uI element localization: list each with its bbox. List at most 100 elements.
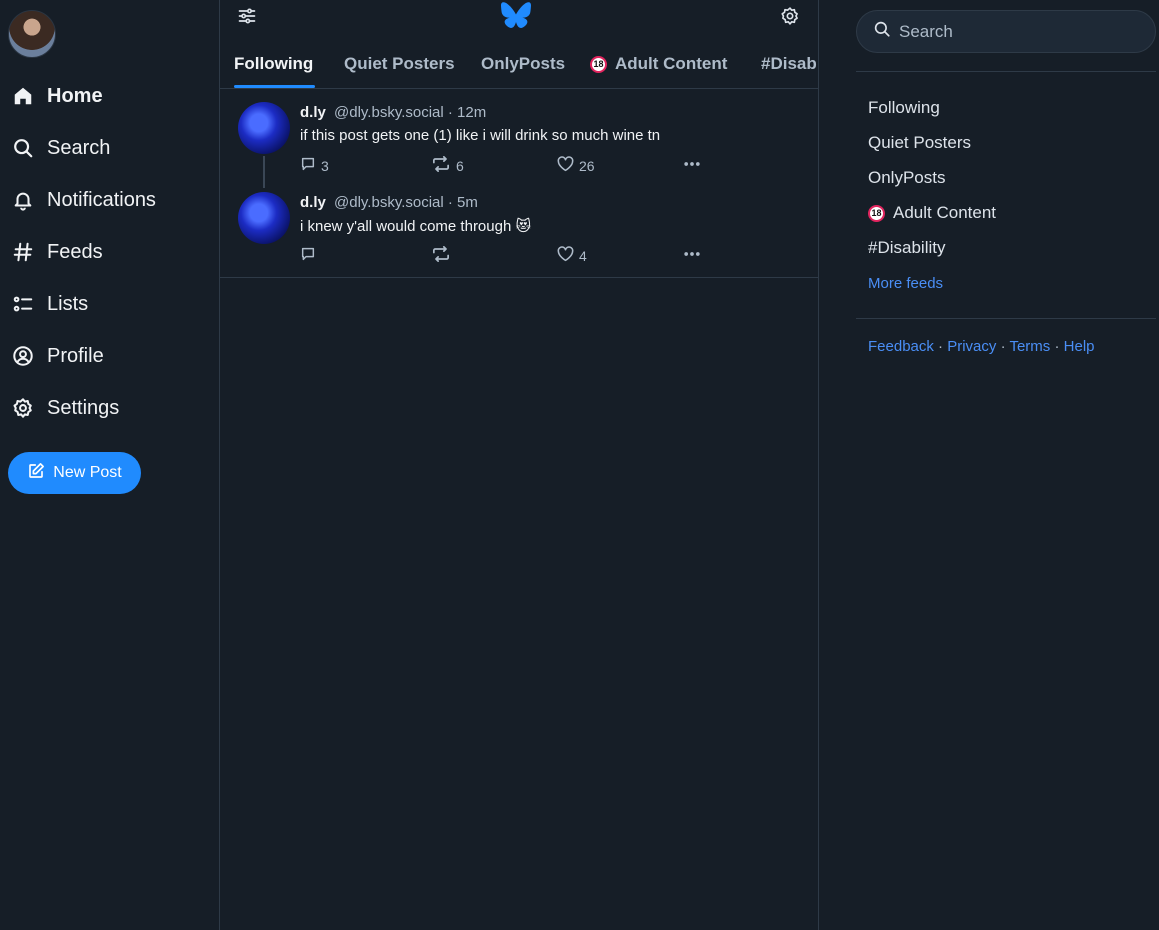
tab-disability[interactable]: #Disab bbox=[761, 40, 817, 88]
reply-button[interactable]: 3 bbox=[300, 156, 329, 175]
footer-links: Feedback · Privacy · Terms · Help bbox=[868, 338, 1095, 355]
divider bbox=[856, 71, 1156, 72]
more-options-button[interactable] bbox=[682, 154, 702, 177]
privacy-link[interactable]: Privacy bbox=[947, 338, 996, 355]
tab-adult-content[interactable]: 18 Adult Content bbox=[590, 40, 727, 88]
nav-label: Profile bbox=[47, 344, 104, 367]
nav-label: Lists bbox=[47, 292, 89, 315]
hash-icon bbox=[12, 241, 34, 263]
search-icon bbox=[873, 20, 891, 43]
adult-18-icon: 18 bbox=[868, 204, 885, 222]
reply-icon bbox=[300, 246, 316, 265]
adult-18-icon: 18 bbox=[590, 55, 607, 73]
author-name[interactable]: d.ly bbox=[300, 194, 326, 211]
repost-icon bbox=[431, 156, 451, 175]
search-input[interactable] bbox=[899, 21, 1129, 42]
author-avatar[interactable] bbox=[238, 192, 290, 244]
feed-settings-button[interactable] bbox=[778, 6, 802, 30]
tab-label: Following bbox=[234, 54, 314, 73]
feed-tabs: Following Quiet Posters OnlyPosts 18 Adu… bbox=[220, 40, 818, 89]
main-feed-column: Following Quiet Posters OnlyPosts 18 Adu… bbox=[219, 0, 819, 930]
repost-button[interactable]: 6 bbox=[431, 156, 464, 175]
sliders-icon bbox=[237, 6, 257, 31]
nav-home[interactable]: Home bbox=[0, 74, 210, 118]
tab-onlyposts[interactable]: OnlyPosts bbox=[481, 40, 565, 88]
nav-label: Settings bbox=[47, 396, 120, 419]
feed-post[interactable]: d.ly @dly.bsky.social · 12m if this post… bbox=[220, 90, 818, 188]
home-icon bbox=[12, 85, 34, 107]
more-horizontal-icon bbox=[682, 154, 702, 177]
tab-label: #Disab bbox=[761, 54, 817, 73]
post-text: i knew y'all would come through 😻 bbox=[300, 218, 532, 235]
list-icon bbox=[12, 293, 34, 315]
post-time[interactable]: · 5m bbox=[448, 194, 478, 211]
more-feeds-link[interactable]: More feeds bbox=[868, 275, 943, 292]
gear-icon bbox=[12, 397, 34, 419]
nav-settings[interactable]: Settings bbox=[0, 386, 210, 430]
post-header: d.ly @dly.bsky.social · 12m bbox=[300, 104, 486, 121]
like-count: 4 bbox=[579, 247, 587, 264]
repost-button[interactable] bbox=[431, 246, 456, 265]
nav-notifications[interactable]: Notifications bbox=[0, 178, 210, 222]
tab-label: OnlyPosts bbox=[481, 54, 566, 73]
gear-icon bbox=[780, 6, 800, 31]
author-handle[interactable]: @dly.bsky.social bbox=[334, 194, 444, 211]
tab-label: Quiet Posters bbox=[344, 54, 455, 73]
right-feed-following[interactable]: Following bbox=[868, 98, 940, 118]
heart-icon bbox=[557, 156, 574, 175]
nav-label: Notifications bbox=[47, 188, 156, 211]
nav-label: Feeds bbox=[47, 240, 103, 263]
help-link[interactable]: Help bbox=[1064, 338, 1095, 355]
reply-button[interactable] bbox=[300, 246, 321, 265]
tab-following[interactable]: Following bbox=[234, 40, 313, 88]
user-circle-icon bbox=[12, 345, 34, 367]
right-feed-adult-content[interactable]: 18 Adult Content bbox=[868, 203, 996, 223]
author-handle[interactable]: @dly.bsky.social bbox=[334, 104, 444, 121]
nav-lists[interactable]: Lists bbox=[0, 282, 210, 326]
nav-profile[interactable]: Profile bbox=[0, 334, 210, 378]
author-name[interactable]: d.ly bbox=[300, 104, 326, 121]
feed-topbar bbox=[220, 0, 818, 36]
new-post-button[interactable]: New Post bbox=[8, 452, 141, 494]
like-count: 26 bbox=[579, 157, 595, 174]
repost-icon bbox=[431, 246, 451, 265]
post-header: d.ly @dly.bsky.social · 5m bbox=[300, 194, 478, 211]
tab-label: Adult Content bbox=[615, 54, 728, 73]
like-button[interactable]: 4 bbox=[557, 246, 587, 265]
search-field[interactable] bbox=[856, 10, 1156, 53]
like-button[interactable]: 26 bbox=[557, 156, 595, 175]
separator: · bbox=[996, 338, 1010, 355]
butterfly-logo-icon bbox=[501, 2, 531, 34]
heart-icon bbox=[557, 246, 574, 265]
right-feed-onlyposts[interactable]: OnlyPosts bbox=[868, 168, 945, 188]
app-root: Home Search Notifications Feeds Lists Pr… bbox=[0, 0, 1159, 930]
nav-label: Search bbox=[47, 136, 111, 159]
my-avatar[interactable] bbox=[8, 10, 56, 58]
home-logo-button[interactable] bbox=[500, 2, 532, 34]
feed-end-divider bbox=[220, 277, 818, 278]
terms-link[interactable]: Terms bbox=[1009, 338, 1050, 355]
search-icon bbox=[12, 137, 34, 159]
reply-icon bbox=[300, 156, 316, 175]
left-sidebar: Home Search Notifications Feeds Lists Pr… bbox=[0, 0, 220, 930]
reply-count: 3 bbox=[321, 157, 329, 174]
nav-label: Home bbox=[47, 84, 103, 107]
new-post-label: New Post bbox=[53, 464, 122, 481]
active-tab-indicator bbox=[234, 85, 315, 88]
feed-post[interactable]: d.ly @dly.bsky.social · 5m i knew y'all … bbox=[220, 180, 818, 277]
compose-icon bbox=[27, 462, 45, 485]
repost-count: 6 bbox=[456, 157, 464, 174]
nav-search[interactable]: Search bbox=[0, 126, 210, 170]
nav-feeds[interactable]: Feeds bbox=[0, 230, 210, 274]
more-options-button[interactable] bbox=[682, 244, 702, 267]
right-feed-quiet-posters[interactable]: Quiet Posters bbox=[868, 133, 971, 153]
right-feed-disability[interactable]: #Disability bbox=[868, 238, 945, 258]
feed-label: Adult Content bbox=[893, 203, 997, 222]
post-time[interactable]: · 12m bbox=[448, 104, 486, 121]
feedback-link[interactable]: Feedback bbox=[868, 338, 934, 355]
right-sidebar: Following Quiet Posters OnlyPosts 18 Adu… bbox=[856, 0, 1156, 930]
author-avatar[interactable] bbox=[238, 102, 290, 154]
feed-filter-button[interactable] bbox=[235, 6, 259, 30]
separator: · bbox=[933, 338, 948, 355]
tab-quiet-posters[interactable]: Quiet Posters bbox=[344, 40, 455, 88]
